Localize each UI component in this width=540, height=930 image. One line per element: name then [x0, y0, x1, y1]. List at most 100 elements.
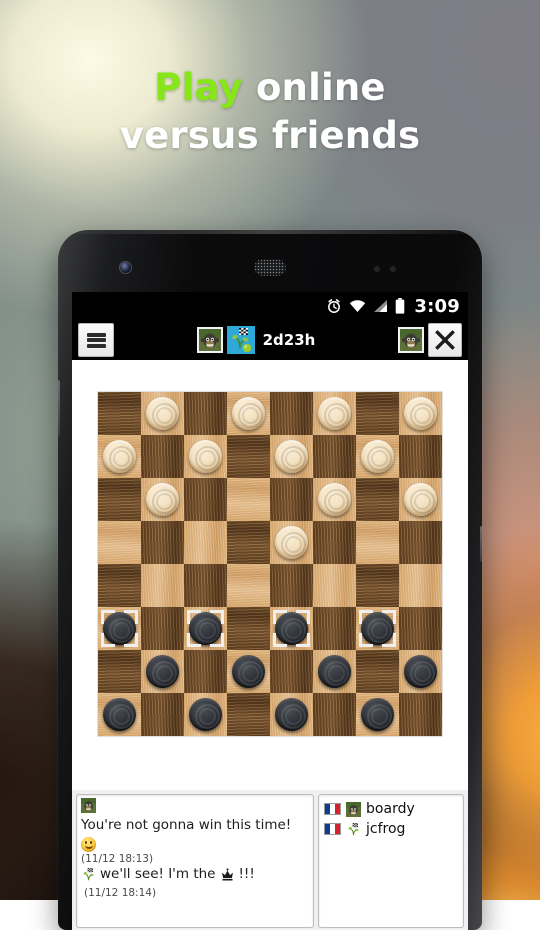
board-square-r3c3[interactable]: [227, 521, 270, 564]
board-square-r4c3[interactable]: [227, 564, 270, 607]
board-square-r6c3[interactable]: [227, 650, 270, 693]
dark-piece[interactable]: [145, 654, 180, 689]
dark-piece[interactable]: [231, 654, 266, 689]
board-square-r6c4[interactable]: [270, 650, 313, 693]
board-square-r0c7[interactable]: [399, 392, 442, 435]
board-square-r7c5[interactable]: [313, 693, 356, 736]
light-piece[interactable]: [360, 439, 395, 474]
light-piece[interactable]: [403, 482, 438, 517]
board-square-r2c4[interactable]: [270, 478, 313, 521]
player-avatar[interactable]: [398, 327, 424, 353]
board-square-r5c7[interactable]: [399, 607, 442, 650]
board-square-r4c2[interactable]: [184, 564, 227, 607]
turn-indicator-icon[interactable]: [226, 326, 255, 354]
board-square-r1c0[interactable]: [98, 435, 141, 478]
board-square-r6c7[interactable]: [399, 650, 442, 693]
light-piece[interactable]: [102, 439, 137, 474]
dark-piece[interactable]: [102, 697, 137, 732]
board-square-r0c5[interactable]: [313, 392, 356, 435]
dark-piece[interactable]: [274, 611, 309, 646]
opponent-avatar[interactable]: [196, 327, 223, 353]
board-square-r6c6[interactable]: [356, 650, 399, 693]
board-square-r0c1[interactable]: [141, 392, 184, 435]
light-piece[interactable]: [403, 396, 438, 431]
board-square-r3c4[interactable]: [270, 521, 313, 564]
board-square-r5c2[interactable]: [184, 607, 227, 650]
board-square-r5c0[interactable]: [98, 607, 141, 650]
board-square-r2c6[interactable]: [356, 478, 399, 521]
board-square-r4c4[interactable]: [270, 564, 313, 607]
light-piece[interactable]: [145, 396, 180, 431]
board-square-r0c4[interactable]: [270, 392, 313, 435]
volume-rocker-button[interactable]: [58, 380, 60, 436]
board-square-r7c4[interactable]: [270, 693, 313, 736]
board-square-r2c0[interactable]: [98, 478, 141, 521]
board-square-r5c5[interactable]: [313, 607, 356, 650]
board-square-r1c6[interactable]: [356, 435, 399, 478]
board-square-r4c7[interactable]: [399, 564, 442, 607]
light-piece[interactable]: [317, 396, 352, 431]
board-square-r7c7[interactable]: [399, 693, 442, 736]
hamburger-menu-button[interactable]: [78, 323, 114, 357]
board-square-r7c0[interactable]: [98, 693, 141, 736]
board-square-r0c0[interactable]: [98, 392, 141, 435]
dark-piece[interactable]: [102, 611, 137, 646]
dark-piece[interactable]: [360, 697, 395, 732]
dark-piece[interactable]: [317, 654, 352, 689]
board-square-r1c1[interactable]: [141, 435, 184, 478]
board-square-r1c7[interactable]: [399, 435, 442, 478]
board-square-r3c6[interactable]: [356, 521, 399, 564]
close-button[interactable]: [428, 323, 462, 357]
list-item[interactable]: jcfrog: [324, 819, 458, 839]
board-square-r5c6[interactable]: [356, 607, 399, 650]
board-square-r3c7[interactable]: [399, 521, 442, 564]
light-piece[interactable]: [274, 525, 309, 560]
checkers-board[interactable]: [98, 392, 442, 736]
board-square-r2c1[interactable]: [141, 478, 184, 521]
light-piece[interactable]: [231, 396, 266, 431]
board-square-r1c5[interactable]: [313, 435, 356, 478]
board-square-r3c5[interactable]: [313, 521, 356, 564]
board-square-r5c4[interactable]: [270, 607, 313, 650]
board-square-r2c5[interactable]: [313, 478, 356, 521]
board-square-r3c1[interactable]: [141, 521, 184, 564]
light-piece[interactable]: [317, 482, 352, 517]
light-piece[interactable]: [145, 482, 180, 517]
board-square-r2c2[interactable]: [184, 478, 227, 521]
power-button[interactable]: [480, 526, 482, 562]
board-square-r7c6[interactable]: [356, 693, 399, 736]
board-square-r3c2[interactable]: [184, 521, 227, 564]
board-square-r1c3[interactable]: [227, 435, 270, 478]
board-square-r7c3[interactable]: [227, 693, 270, 736]
board-square-r3c0[interactable]: [98, 521, 141, 564]
board-square-r7c1[interactable]: [141, 693, 184, 736]
board-square-r0c2[interactable]: [184, 392, 227, 435]
dark-piece[interactable]: [360, 611, 395, 646]
board-square-r0c3[interactable]: [227, 392, 270, 435]
board-square-r2c7[interactable]: [399, 478, 442, 521]
dark-piece[interactable]: [188, 611, 223, 646]
players-list-panel[interactable]: boardy jcfrog: [318, 794, 464, 928]
board-square-r0c6[interactable]: [356, 392, 399, 435]
board-square-r4c5[interactable]: [313, 564, 356, 607]
board-square-r4c0[interactable]: [98, 564, 141, 607]
board-square-r6c0[interactable]: [98, 650, 141, 693]
light-piece[interactable]: [188, 439, 223, 474]
board-square-r4c6[interactable]: [356, 564, 399, 607]
board-square-r2c3[interactable]: [227, 478, 270, 521]
board-square-r4c1[interactable]: [141, 564, 184, 607]
dark-piece[interactable]: [188, 697, 223, 732]
light-piece[interactable]: [274, 439, 309, 474]
dark-piece[interactable]: [274, 697, 309, 732]
board-square-r1c4[interactable]: [270, 435, 313, 478]
board-square-r5c1[interactable]: [141, 607, 184, 650]
board-square-r6c2[interactable]: [184, 650, 227, 693]
list-item[interactable]: boardy: [324, 799, 458, 819]
board-square-r6c5[interactable]: [313, 650, 356, 693]
dark-piece[interactable]: [403, 654, 438, 689]
board-square-r5c3[interactable]: [227, 607, 270, 650]
board-square-r1c2[interactable]: [184, 435, 227, 478]
board-square-r6c1[interactable]: [141, 650, 184, 693]
chat-messages-panel[interactable]: You're not gonna win this time! (11/12 1…: [76, 794, 315, 928]
board-square-r7c2[interactable]: [184, 693, 227, 736]
